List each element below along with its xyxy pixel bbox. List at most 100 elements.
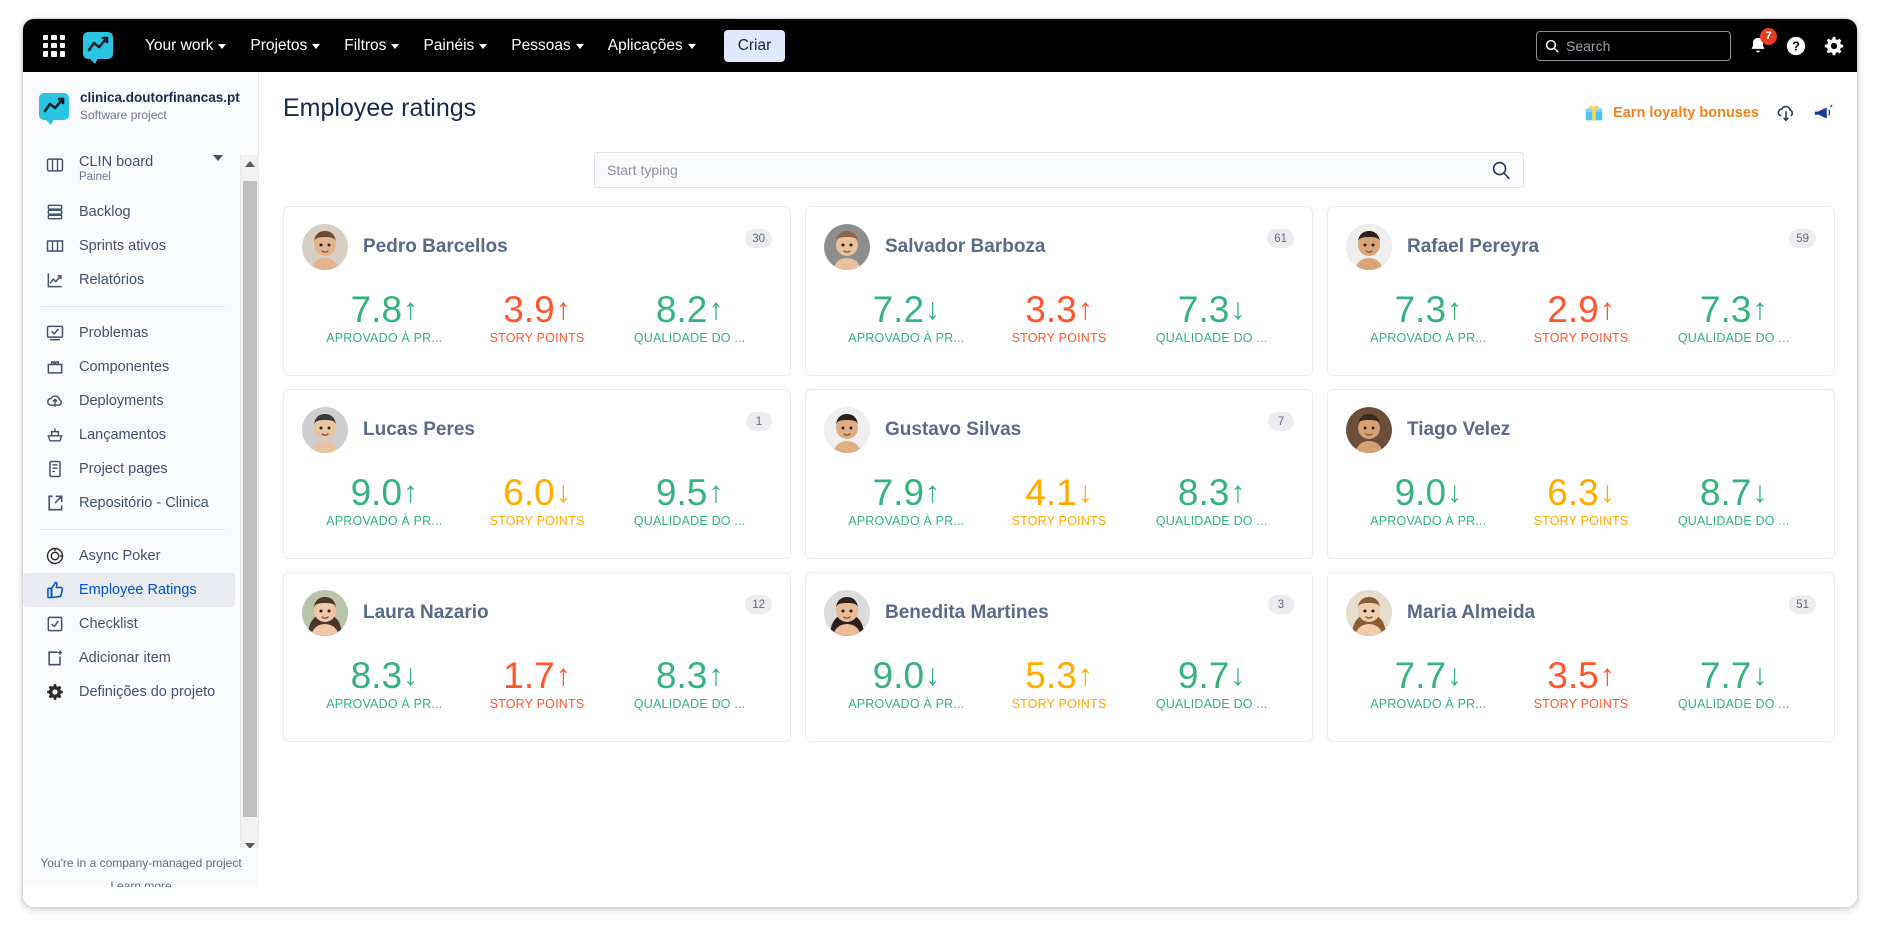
jira-logo-icon[interactable] — [83, 32, 113, 64]
metric-label: STORY POINTS — [1533, 331, 1629, 345]
nav-item-projetos[interactable]: Projetos — [240, 30, 330, 62]
issue-count-badge: 3 — [1268, 595, 1294, 614]
employee-card-header: Gustavo Silvas — [824, 407, 1294, 453]
main-header: Employee ratings Earn loyalty bonuses — [259, 72, 1857, 150]
metric-value: 8.3 — [1177, 472, 1230, 513]
gear-icon[interactable] — [1823, 35, 1845, 57]
company-managed-note: You're in a company-managed project — [40, 856, 242, 870]
sidebar-item-adicionar-item[interactable]: Adicionar item — [23, 641, 241, 675]
nav-item-aplicacoes[interactable]: Aplicações — [598, 30, 706, 62]
sidebar-nav-scroll: CLIN board Painel Backlog Sprints ativos — [23, 155, 241, 855]
sidebar-item-lancamentos[interactable]: Lançamentos — [23, 418, 241, 452]
employee-search-input[interactable]: Start typing — [594, 152, 1524, 188]
metric-value-row: 8.7 ↓ — [1658, 473, 1809, 513]
metric-label: QUALIDADE DO ... — [1677, 331, 1790, 345]
employee-name: Rafael Pereyra — [1407, 236, 1540, 257]
employee-card[interactable]: Rafael Pereyra 59 7.3 ↑ APROVADO À PR... 2.9 ↑… — [1327, 206, 1835, 376]
sidebar-scrollbar[interactable] — [240, 155, 259, 855]
metric: 2.9 ↑ STORY POINTS — [1505, 290, 1656, 346]
employee-card[interactable]: Salvador Barboza 61 7.2 ↓ APROVADO À PR... 3.… — [805, 206, 1313, 376]
metric: 9.0 ↓ APROVADO À PR... — [831, 656, 982, 712]
metrics-row: 7.2 ↓ APROVADO À PR... 3.3 ↑ STORY POINTS 7.3 ↓… — [824, 289, 1294, 346]
employee-card[interactable]: Lucas Peres 1 9.0 ↑ APROVADO À PR... 6.0 ↓ STOR… — [283, 389, 791, 559]
employee-card[interactable]: Tiago Velez 9.0 ↓ APROVADO À PR... 6.3 ↓ STORY… — [1327, 389, 1835, 559]
sidebar-item-clin-board[interactable]: CLIN board Painel — [23, 155, 241, 195]
employee-card-header: Benedita Martines — [824, 590, 1294, 636]
metric: 5.3 ↑ STORY POINTS — [983, 656, 1134, 712]
columns-icon — [46, 240, 64, 252]
checkbox-icon — [47, 616, 63, 632]
nav-item-your-work[interactable]: Your work — [135, 30, 236, 62]
megaphone-icon[interactable] — [1813, 102, 1835, 124]
nav-item-filtros[interactable]: Filtros — [334, 30, 409, 62]
employee-cards-grid: Pedro Barcellos 30 7.8 ↑ APROVADO À PR... 3.9… — [259, 188, 1857, 742]
nav-item-paineis[interactable]: Painéis — [413, 30, 497, 62]
arrow-up-icon: ↑ — [555, 293, 571, 326]
arrow-up-icon: ↑ — [708, 476, 724, 509]
project-sidebar: clinica.doutorfinancas.pt Software proje… — [23, 72, 259, 907]
arrow-up-icon: ↑ — [555, 659, 571, 692]
sidebar-item-relatorios[interactable]: Relatórios — [23, 263, 241, 297]
employee-card[interactable]: Maria Almeida 51 7.7 ↓ APROVADO À PR... 3.5 ↑ S… — [1327, 572, 1835, 742]
nav-item-pessoas[interactable]: Pessoas — [501, 30, 593, 62]
scroll-up-button[interactable] — [241, 155, 259, 173]
notifications-button[interactable]: 7 — [1747, 27, 1777, 57]
sidebar-item-problemas[interactable]: Problemas — [23, 316, 241, 350]
metric-value-row: 7.8 ↑ — [309, 290, 460, 330]
sidebar-item-definicoes-do-projeto[interactable]: Definições do projeto — [23, 675, 241, 709]
metric: 3.5 ↑ STORY POINTS — [1505, 656, 1656, 712]
project-header[interactable]: clinica.doutorfinancas.pt Software proje… — [23, 72, 258, 136]
arrow-up-icon: ↑ — [1077, 659, 1093, 692]
metric-label: STORY POINTS — [489, 514, 585, 528]
metric-value: 3.3 — [1025, 289, 1077, 330]
employee-card[interactable]: Pedro Barcellos 30 7.8 ↑ APROVADO À PR... 3.9… — [283, 206, 791, 376]
sidebar-item-repositorio-clinica[interactable]: Repositório - Clinica — [23, 486, 241, 520]
sidebar-item-project-pages[interactable]: Project pages — [23, 452, 241, 486]
global-search-input[interactable]: Search — [1536, 30, 1731, 61]
arrow-up-icon: ↑ — [1077, 293, 1093, 326]
arrow-down-icon: ↓ — [1752, 476, 1768, 509]
earn-loyalty-bonuses-link[interactable]: Earn loyalty bonuses — [1583, 102, 1759, 124]
metric-value: 9.5 — [655, 472, 708, 513]
sidebar-item-label: Async Poker — [79, 548, 161, 564]
chevron-down-icon[interactable] — [213, 155, 223, 161]
search-icon[interactable] — [1491, 160, 1511, 180]
sidebar-item-async-poker[interactable]: Async Poker — [23, 539, 241, 573]
sidebar-item-deployments[interactable]: Deployments — [23, 384, 241, 418]
metrics-row: 7.3 ↑ APROVADO À PR... 2.9 ↑ STORY POINTS 7.3 ↑… — [1346, 290, 1816, 346]
metric-value-row: 2.9 ↑ — [1505, 290, 1656, 330]
metric: 7.3 ↓ QUALIDADE DO ... — [1136, 290, 1287, 346]
sidebar-item-checklist[interactable]: Checklist — [23, 607, 241, 641]
board-icon — [46, 158, 64, 172]
arrow-up-icon: ↑ — [1230, 476, 1246, 509]
poker-icon — [46, 547, 64, 565]
app-root: Your work Projetos Filtros Painéis Pesso… — [0, 0, 1878, 925]
sidebar-item-componentes[interactable]: Componentes — [23, 350, 241, 384]
metric-value: 9.0 — [350, 472, 403, 513]
employee-card[interactable]: Gustavo Silvas 7 7.9 ↑ APROVADO À PR... 4.1 ↓ S… — [805, 389, 1313, 559]
metrics-row: 7.9 ↑ APROVADO À PR... 4.1 ↓ STORY POINTS 8.3 ↑… — [824, 472, 1294, 529]
arrow-down-icon: ↓ — [1752, 659, 1768, 692]
sidebar-item-sprints-ativos[interactable]: Sprints ativos — [23, 229, 241, 263]
chevron-down-icon — [218, 44, 227, 49]
scrollbar-thumb[interactable] — [243, 181, 257, 817]
employee-card-header: Rafael Pereyra — [1346, 224, 1816, 270]
search-row: Start typing — [259, 152, 1857, 188]
metric: 4.1 ↓ STORY POINTS — [983, 473, 1134, 529]
avatar — [302, 590, 348, 636]
cloud-download-icon[interactable] — [1775, 102, 1797, 124]
apps-grid-icon[interactable] — [41, 33, 67, 59]
sidebar-item-employee-ratings[interactable]: Employee Ratings — [23, 573, 235, 607]
metric-label: QUALIDADE DO ... — [633, 514, 746, 528]
metrics-row: 7.7 ↓ APROVADO À PR... 3.5 ↑ STORY POINTS 7.7 ↓… — [1346, 656, 1816, 712]
help-circle-icon[interactable]: ? — [1785, 35, 1807, 57]
nav-label: Pessoas — [511, 36, 571, 54]
metric-label: QUALIDADE DO ... — [1155, 331, 1268, 345]
sidebar-item-backlog[interactable]: Backlog — [23, 195, 241, 229]
employee-name: Gustavo Silvas — [885, 419, 1022, 440]
employee-card[interactable]: Laura Nazario 12 8.3 ↓ APROVADO À PR... 1.7 ↑ S… — [283, 572, 791, 742]
add-item-icon — [48, 650, 63, 666]
external-link-icon — [48, 495, 63, 511]
employee-card[interactable]: Benedita Martines 3 9.0 ↓ APROVADO À PR... 5.… — [805, 572, 1313, 742]
create-button[interactable]: Criar — [723, 29, 786, 62]
